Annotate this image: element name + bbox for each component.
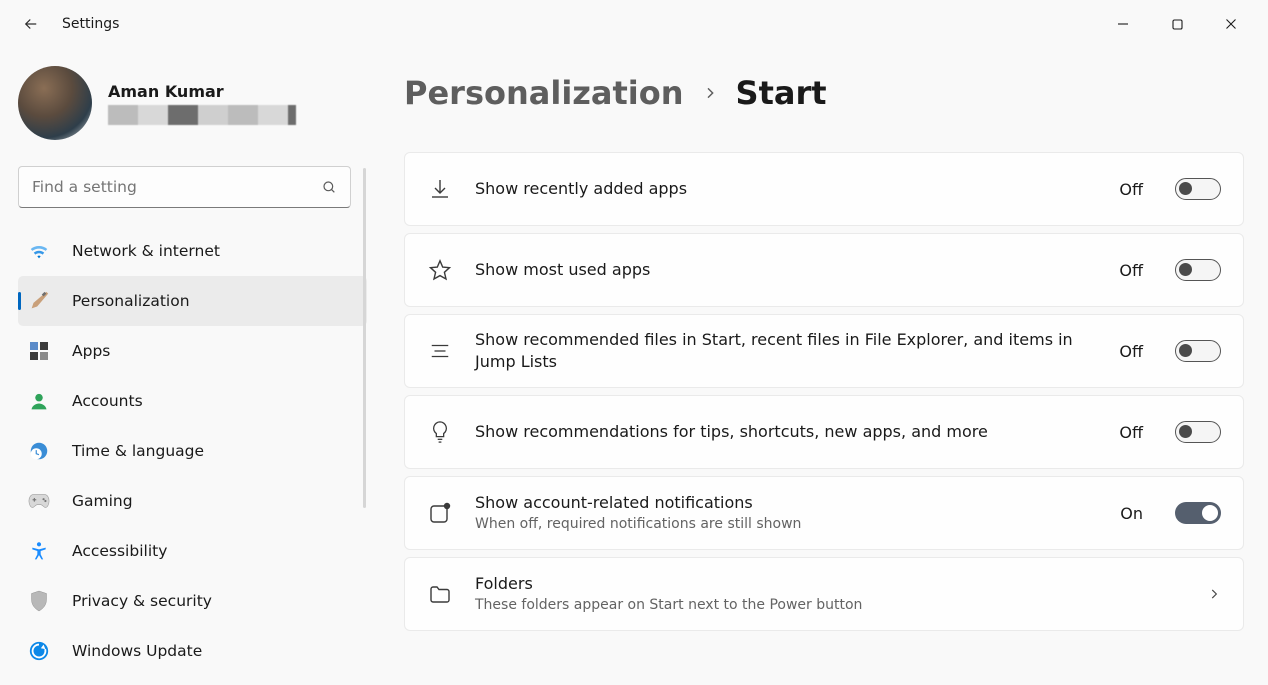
shield-icon	[28, 590, 50, 612]
setting-account-notifications[interactable]: Show account-related notifications When …	[404, 476, 1244, 550]
content-area: Personalization Start Show recently adde…	[370, 48, 1268, 685]
toggle-state-label: Off	[1119, 342, 1143, 361]
folder-icon	[427, 581, 453, 607]
search-icon	[321, 179, 337, 195]
titlebar: Settings	[0, 0, 1268, 48]
sidebar-item-label: Gaming	[72, 492, 133, 510]
sidebar-item-network[interactable]: Network & internet	[18, 226, 367, 276]
minimize-icon	[1117, 18, 1129, 30]
toggle-switch[interactable]	[1175, 421, 1221, 443]
clock-globe-icon	[28, 440, 50, 462]
download-icon	[427, 176, 453, 202]
toggle-state-label: Off	[1119, 423, 1143, 442]
nav-list: Network & internet Personalization Apps …	[18, 226, 370, 676]
setting-subtitle: These folders appear on Start next to th…	[475, 596, 1185, 615]
sidebar-item-time-language[interactable]: Time & language	[18, 426, 367, 476]
setting-title: Folders	[475, 573, 1185, 595]
chevron-right-icon	[702, 85, 718, 101]
accessibility-icon	[28, 540, 50, 562]
user-email-blurred	[108, 105, 296, 125]
setting-title: Show recommendations for tips, shortcuts…	[475, 421, 1097, 443]
sidebar-item-label: Apps	[72, 342, 110, 360]
sidebar-item-label: Time & language	[72, 442, 204, 460]
setting-title: Show most used apps	[475, 259, 1097, 281]
apps-icon	[28, 340, 50, 362]
window-controls	[1100, 8, 1260, 40]
sidebar-item-label: Windows Update	[72, 642, 202, 660]
sidebar-item-label: Accessibility	[72, 542, 167, 560]
setting-title: Show recommended files in Start, recent …	[475, 329, 1097, 372]
breadcrumb: Personalization Start	[404, 74, 1244, 112]
sidebar-item-label: Privacy & security	[72, 592, 212, 610]
wifi-icon	[28, 240, 50, 262]
update-icon	[28, 640, 50, 662]
lightbulb-icon	[427, 419, 453, 445]
search-box[interactable]	[18, 166, 351, 208]
setting-most-used-apps[interactable]: Show most used apps Off	[404, 233, 1244, 307]
close-button[interactable]	[1208, 8, 1254, 40]
list-icon	[427, 338, 453, 364]
sidebar-item-personalization[interactable]: Personalization	[18, 276, 367, 326]
setting-folders[interactable]: Folders These folders appear on Start ne…	[404, 557, 1244, 631]
maximize-icon	[1172, 19, 1183, 30]
titlebar-left: Settings	[8, 13, 119, 35]
sidebar-item-windows-update[interactable]: Windows Update	[18, 626, 367, 676]
toggle-switch[interactable]	[1175, 178, 1221, 200]
setting-title: Show account-related notifications	[475, 492, 1098, 514]
toggle-switch[interactable]	[1175, 340, 1221, 362]
user-block[interactable]: Aman Kumar	[18, 66, 370, 140]
user-name: Aman Kumar	[108, 82, 296, 101]
toggle-switch[interactable]	[1175, 259, 1221, 281]
toggle-state-label: Off	[1119, 261, 1143, 280]
person-icon	[28, 390, 50, 412]
sidebar-scrollbar[interactable]	[363, 168, 366, 508]
sidebar-item-apps[interactable]: Apps	[18, 326, 367, 376]
setting-recommended-files[interactable]: Show recommended files in Start, recent …	[404, 314, 1244, 388]
sidebar: Aman Kumar Network & internet Personaliz…	[0, 48, 370, 685]
sidebar-item-accounts[interactable]: Accounts	[18, 376, 367, 426]
toggle-state-label: On	[1120, 504, 1143, 523]
setting-recommendations-tips[interactable]: Show recommendations for tips, shortcuts…	[404, 395, 1244, 469]
gamepad-icon	[28, 490, 50, 512]
setting-title: Show recently added apps	[475, 178, 1097, 200]
sidebar-item-accessibility[interactable]: Accessibility	[18, 526, 367, 576]
sidebar-item-label: Accounts	[72, 392, 143, 410]
settings-list: Show recently added apps Off Show most u…	[404, 152, 1244, 631]
setting-subtitle: When off, required notifications are sti…	[475, 515, 1098, 534]
notification-badge-icon	[427, 500, 453, 526]
setting-recently-added-apps[interactable]: Show recently added apps Off	[404, 152, 1244, 226]
sidebar-item-gaming[interactable]: Gaming	[18, 476, 367, 526]
chevron-right-icon	[1207, 587, 1221, 601]
search-input[interactable]	[32, 178, 321, 196]
back-arrow-icon	[22, 15, 40, 33]
minimize-button[interactable]	[1100, 8, 1146, 40]
toggle-state-label: Off	[1119, 180, 1143, 199]
sidebar-item-label: Network & internet	[72, 242, 220, 260]
sidebar-item-privacy[interactable]: Privacy & security	[18, 576, 367, 626]
back-button[interactable]	[20, 13, 42, 35]
toggle-switch[interactable]	[1175, 502, 1221, 524]
star-icon	[427, 257, 453, 283]
app-title: Settings	[62, 16, 119, 32]
breadcrumb-parent[interactable]: Personalization	[404, 74, 684, 112]
paintbrush-icon	[28, 290, 50, 312]
avatar	[18, 66, 92, 140]
maximize-button[interactable]	[1154, 8, 1200, 40]
sidebar-item-label: Personalization	[72, 292, 190, 310]
breadcrumb-current: Start	[736, 74, 827, 112]
close-icon	[1225, 18, 1237, 30]
